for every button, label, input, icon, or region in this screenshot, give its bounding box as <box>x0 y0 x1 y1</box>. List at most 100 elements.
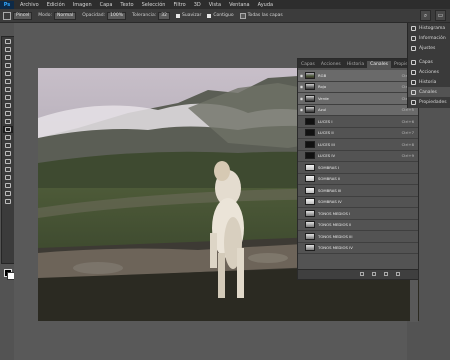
channel-row[interactable]: TONOS MEDIOS II <box>298 220 418 231</box>
channel-name: Verde <box>318 95 329 101</box>
visibility-eye-icon[interactable]: ◉ <box>298 84 305 89</box>
all-layers-label: Todas las capas <box>247 13 283 18</box>
channel-row[interactable]: TONOS MEDIOS III <box>298 231 418 243</box>
channel-thumbnail <box>305 117 315 125</box>
zoom-tool-icon[interactable] <box>3 190 13 197</box>
contiguous-checkbox[interactable] <box>207 13 212 18</box>
smooth-checkbox[interactable] <box>175 13 180 18</box>
channel-thumbnail <box>305 221 315 229</box>
dock-item-historia[interactable]: Historia <box>408 77 450 87</box>
visibility-eye-icon[interactable]: ◉ <box>298 107 305 112</box>
pen-tool-icon[interactable] <box>3 150 13 157</box>
path-select-tool-icon[interactable] <box>3 166 13 173</box>
menu-item-3d[interactable]: 3D <box>190 2 205 8</box>
dock-item-capas[interactable]: Capas <box>408 57 450 67</box>
paint-bucket-icon[interactable] <box>3 11 11 20</box>
tab-historia[interactable]: Historia <box>344 61 367 68</box>
brush-tool-icon[interactable] <box>3 94 13 101</box>
channel-thumbnail <box>305 152 315 160</box>
dock-item-propiedades[interactable]: Propiedades <box>408 97 450 107</box>
menu-item-edicion[interactable]: Edición <box>43 2 69 8</box>
opacity-input[interactable]: 100% <box>107 11 127 20</box>
lasso-tool-icon[interactable] <box>3 54 13 61</box>
menu-item-seleccion[interactable]: Selección <box>138 2 170 8</box>
move-tool-icon[interactable] <box>3 38 13 45</box>
menu-item-ventana[interactable]: Ventana <box>225 2 254 8</box>
channel-shortcut: Ctrl+9 <box>401 153 414 159</box>
visibility-eye-icon[interactable]: ◉ <box>298 96 305 101</box>
tab-canales[interactable]: Canales <box>367 61 392 68</box>
tab-capas[interactable]: Capas <box>298 61 318 68</box>
dock-item-label: Histograma <box>419 25 446 31</box>
channel-row[interactable]: LUCES I Ctrl+6 <box>298 116 418 128</box>
channel-row[interactable]: SOMBRAS IV <box>298 197 418 208</box>
channel-thumbnail <box>305 94 315 102</box>
paint-bucket-tool-icon[interactable] <box>3 126 13 133</box>
workspace-icon[interactable]: ▭ <box>435 10 446 21</box>
channel-name: Rojo <box>318 84 327 90</box>
blur-tool-icon[interactable] <box>3 134 13 141</box>
channel-row[interactable]: LUCES IV Ctrl+9 <box>298 151 418 162</box>
hand-tool-icon[interactable] <box>3 182 13 189</box>
channel-row[interactable]: SOMBRAS I <box>298 162 418 174</box>
dock-item-ajustes[interactable]: Ajustes <box>408 43 450 53</box>
channel-thumbnail <box>305 175 315 183</box>
dock-item-histograma[interactable]: Histograma <box>408 23 450 33</box>
menu-item-imagen[interactable]: Imagen <box>69 2 96 8</box>
eraser-tool-icon[interactable] <box>3 118 13 125</box>
marquee-tool-icon[interactable] <box>3 46 13 53</box>
dock-item-label: Capas <box>419 59 433 65</box>
menu-item-capa[interactable]: Capa <box>96 2 117 8</box>
more-tools-icon[interactable] <box>3 198 13 205</box>
menu-item-vista[interactable]: Vista <box>205 2 225 8</box>
trash-icon[interactable] <box>396 272 400 276</box>
channel-row[interactable]: ◉VerdeCtrl+4 <box>298 93 418 105</box>
dock-item-label: Canales <box>419 89 437 95</box>
tolerance-input[interactable]: 32 <box>158 11 170 20</box>
channel-name: RGB <box>318 72 327 78</box>
channels-icon <box>411 89 416 95</box>
menu-item-ayuda[interactable]: Ayuda <box>254 2 277 8</box>
mode-select[interactable]: Normal <box>53 11 77 20</box>
crop-tool-icon[interactable] <box>3 70 13 77</box>
channel-row[interactable]: ◉RGBCtrl+2 <box>298 70 418 82</box>
rectangle-tool-icon[interactable] <box>3 174 13 181</box>
dock-item-canales[interactable]: Canales <box>408 87 450 97</box>
preset-dropdown[interactable]: Pincel <box>13 11 33 20</box>
dock-item-acciones[interactable]: Acciones <box>408 67 450 77</box>
channel-row[interactable]: ◉ Azul Ctrl+5 <box>298 104 418 116</box>
visibility-eye-icon[interactable]: ◉ <box>298 73 305 78</box>
type-tool-icon[interactable] <box>3 158 13 165</box>
channel-row[interactable]: LUCES II Ctrl+7 <box>298 128 418 139</box>
dock-item-informacion[interactable]: Información <box>408 33 450 43</box>
channel-row[interactable]: TONOS MEDIOS I <box>298 208 418 220</box>
menu-item-filtro[interactable]: Filtro <box>169 2 189 8</box>
dodge-tool-icon[interactable] <box>3 142 13 149</box>
channel-row[interactable]: ◉RojoCtrl+3 <box>298 81 418 93</box>
channel-name: LUCES III <box>318 141 335 147</box>
channel-thumbnail <box>305 186 315 194</box>
eyedropper-tool-icon[interactable] <box>3 78 13 85</box>
channel-row[interactable]: LUCES III Ctrl+8 <box>298 139 418 151</box>
healing-tool-icon[interactable] <box>3 86 13 93</box>
channel-row[interactable]: TONOS MEDIOS IV <box>298 243 418 254</box>
channel-thumbnail <box>305 83 315 91</box>
right-dock: Histograma Información Ajustes Capas Accione… <box>407 23 450 108</box>
menu-item-texto[interactable]: Texto <box>116 2 137 8</box>
channel-row[interactable]: SOMBRAS II <box>298 174 418 185</box>
tab-acciones[interactable]: Acciones <box>318 61 344 68</box>
channel-name: TONOS MEDIOS IV <box>318 245 353 251</box>
new-channel-icon[interactable] <box>384 272 388 276</box>
load-selection-icon[interactable] <box>360 272 364 276</box>
channel-shortcut: Ctrl+8 <box>401 141 414 147</box>
all-layers-checkbox[interactable] <box>239 12 246 19</box>
history-brush-tool-icon[interactable] <box>3 110 13 117</box>
search-icon[interactable]: ⌕ <box>420 10 431 21</box>
save-selection-icon[interactable] <box>372 272 376 276</box>
quick-select-tool-icon[interactable] <box>3 62 13 69</box>
channel-thumbnail <box>305 163 315 171</box>
channel-name: TONOS MEDIOS I <box>318 210 351 216</box>
menu-item-archivo[interactable]: Archivo <box>16 2 43 8</box>
clone-stamp-tool-icon[interactable] <box>3 102 13 109</box>
channel-row[interactable]: SOMBRAS III <box>298 185 418 197</box>
